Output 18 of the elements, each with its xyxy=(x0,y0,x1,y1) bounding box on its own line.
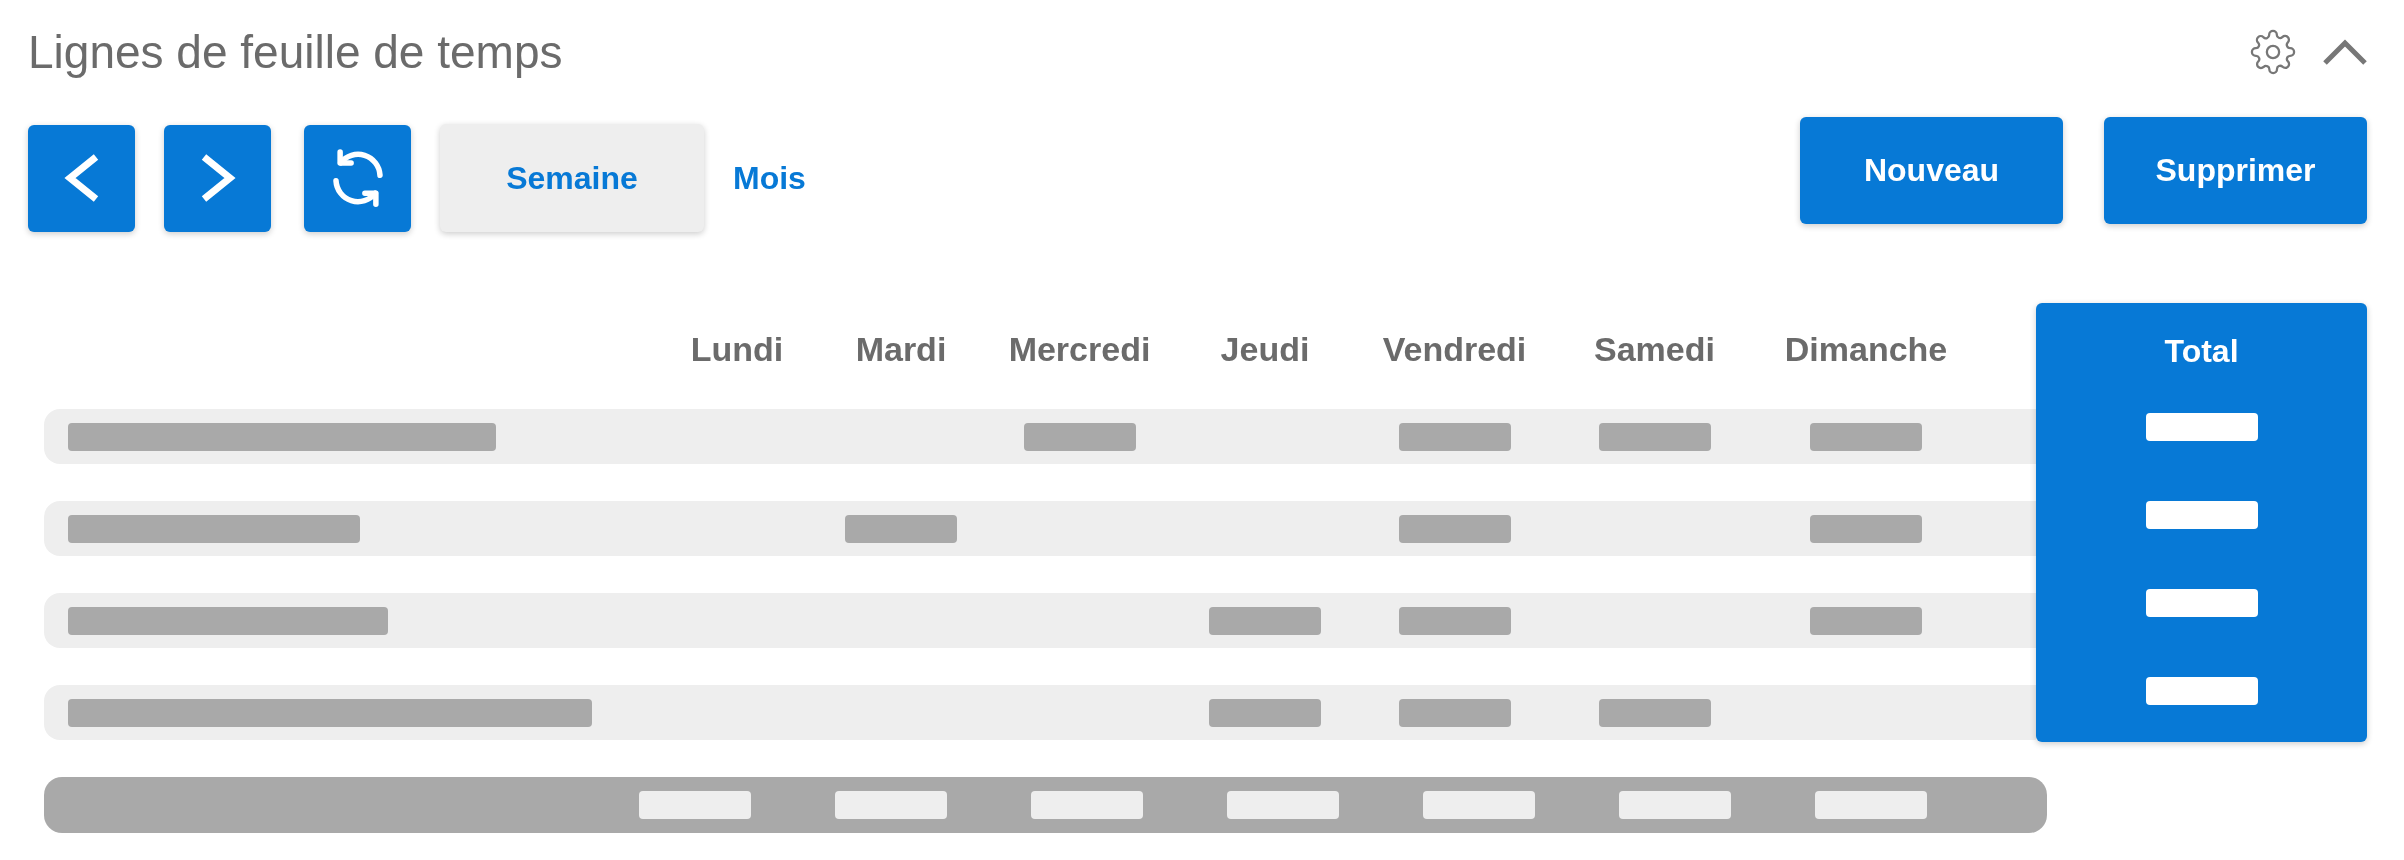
view-tab[interactable]: Semaine xyxy=(440,124,704,232)
total-header: Total xyxy=(2164,332,2239,371)
view-tab[interactable]: Mois xyxy=(704,124,835,232)
day-header: Mercredi xyxy=(1008,328,1151,370)
day-header: Lundi xyxy=(690,328,784,370)
settings-icon[interactable] xyxy=(2250,29,2296,75)
day-header: Jeudi xyxy=(1220,328,1310,370)
action-button[interactable]: Supprimer xyxy=(2104,116,2367,224)
panel-title: Lignes de feuille de temps xyxy=(28,25,563,80)
day-header: Dimanche xyxy=(1784,328,1948,370)
next-button[interactable] xyxy=(164,124,271,232)
collapse-chevron-icon[interactable] xyxy=(2322,38,2368,66)
day-header: Vendredi xyxy=(1382,328,1527,370)
day-header: Samedi xyxy=(1594,328,1715,370)
day-header: Mardi xyxy=(855,328,947,370)
previous-button[interactable] xyxy=(28,124,135,232)
refresh-button[interactable] xyxy=(304,124,411,232)
action-button[interactable]: Nouveau xyxy=(1800,116,2063,224)
